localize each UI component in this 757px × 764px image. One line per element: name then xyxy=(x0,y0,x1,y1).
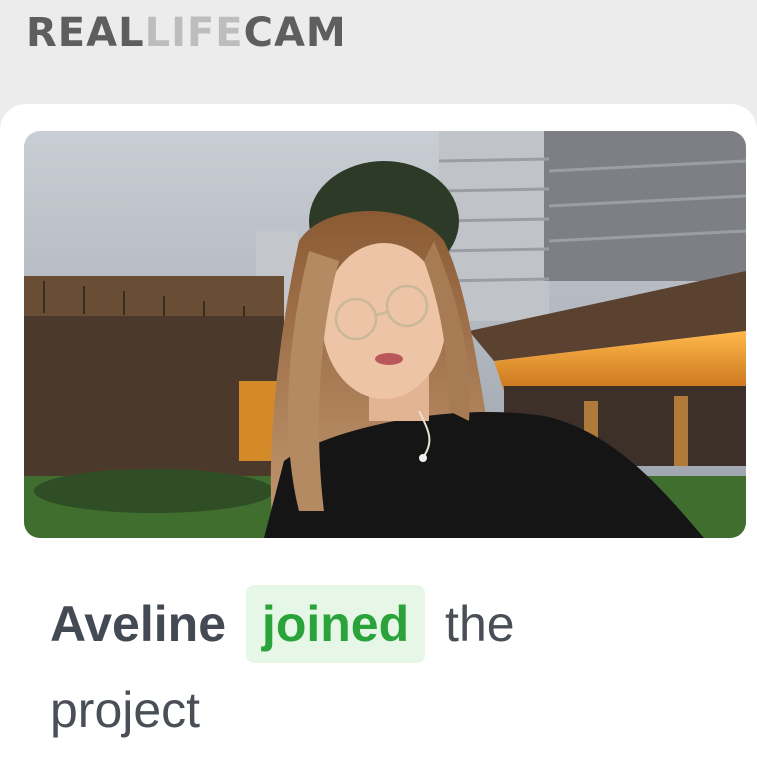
logo-text-cam: CAM xyxy=(243,10,347,56)
photo-illustration xyxy=(24,131,746,538)
logo-text-life: LIFE xyxy=(144,10,244,56)
app-header: REALLIFECAM xyxy=(0,0,757,80)
headline-word-project: project xyxy=(50,682,201,738)
brand-logo[interactable]: REALLIFECAM xyxy=(26,13,347,53)
status-badge: joined xyxy=(245,585,426,663)
activity-headline: Aveline joined the project xyxy=(50,581,710,753)
user-name[interactable]: Aveline xyxy=(50,596,226,652)
headline-word-the: the xyxy=(445,596,515,652)
profile-photo[interactable] xyxy=(24,131,746,538)
activity-card: Aveline joined the project xyxy=(0,104,757,764)
logo-text-real: REAL xyxy=(26,10,145,56)
